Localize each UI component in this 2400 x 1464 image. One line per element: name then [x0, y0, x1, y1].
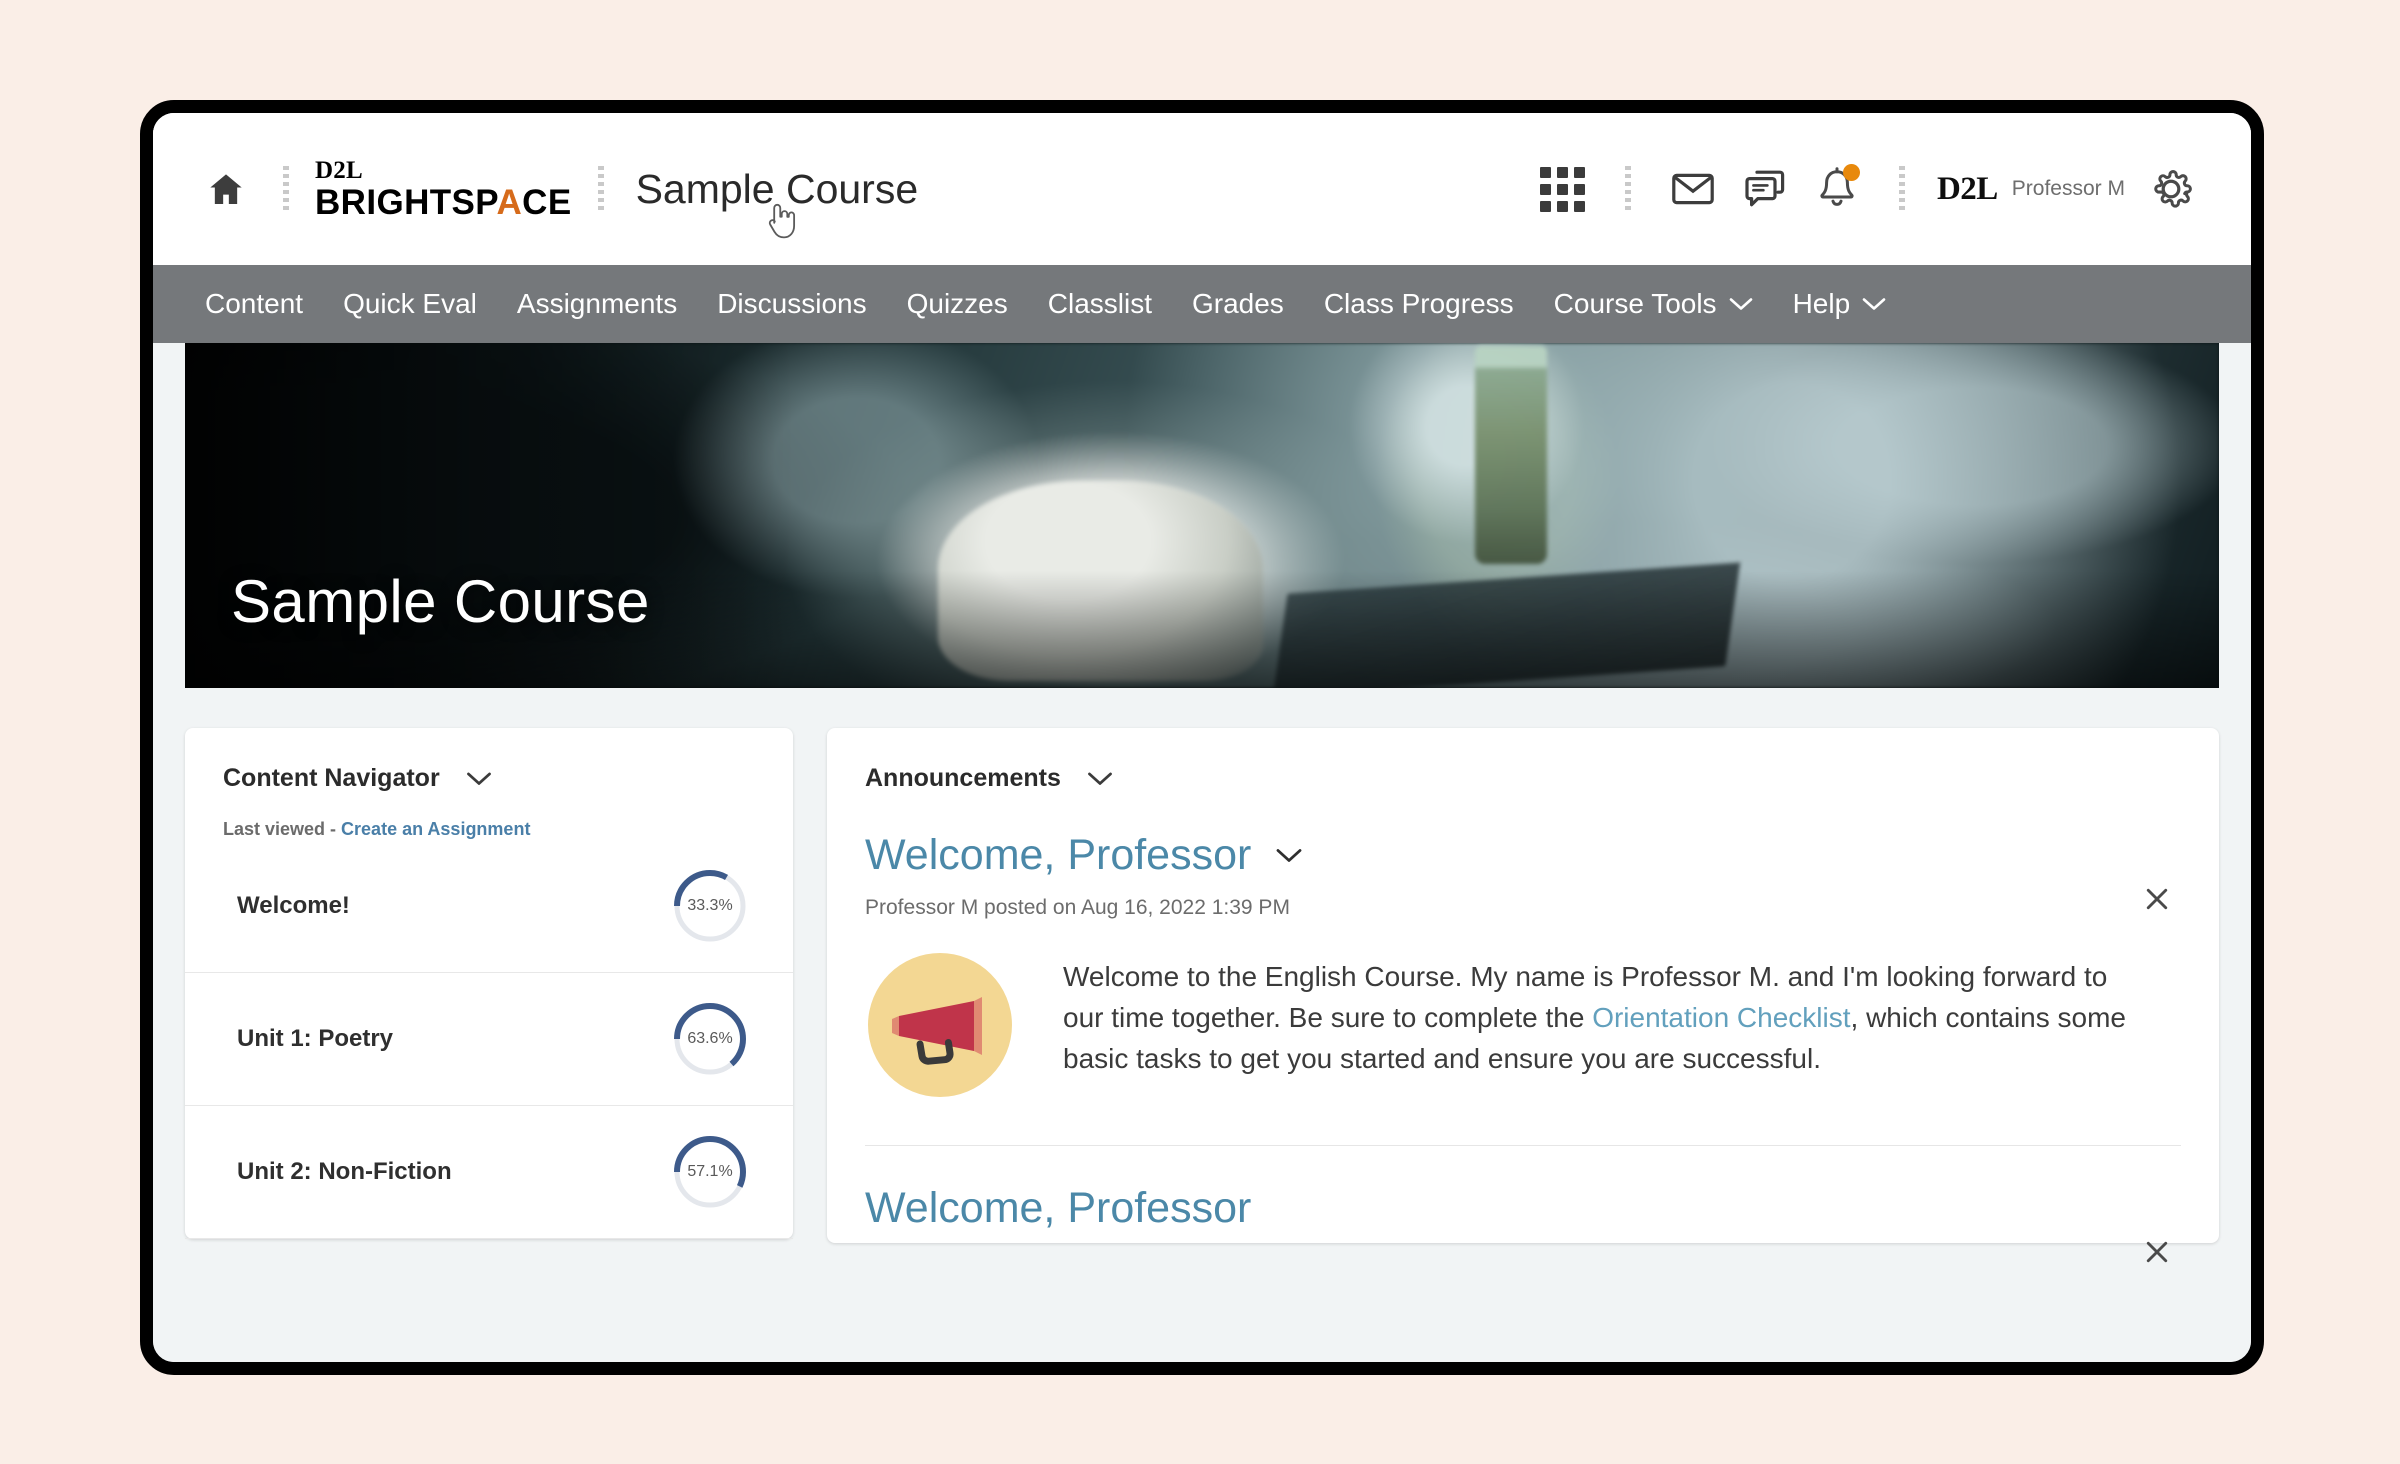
content-navigator-widget: Content Navigator Last viewed - Create a… — [185, 728, 793, 1239]
header-divider-4 — [1898, 166, 1905, 212]
announcements-title: Announcements — [865, 764, 1061, 792]
header-right-group: D2L Professor M — [1527, 153, 2207, 225]
right-column: Announcements Welcome, Professor Profess… — [827, 728, 2219, 1263]
home-icon[interactable] — [195, 158, 257, 220]
header-left-group: D2L BRIGHTSPACE Sample Course — [187, 158, 1527, 238]
last-viewed-row: Last viewed - Create an Assignment — [185, 793, 793, 840]
progress-percent: 57.1% — [687, 1163, 733, 1180]
last-viewed-link[interactable]: Create an Assignment — [341, 819, 530, 839]
content-nav-item-label: Unit 1: Poetry — [237, 1025, 394, 1052]
nav-label: Help — [1792, 288, 1851, 319]
hero-vignette — [185, 343, 2219, 688]
nav-label: Quizzes — [906, 288, 1008, 319]
chevron-down-icon[interactable] — [466, 771, 492, 787]
content-nav-item-unit-1[interactable]: Unit 1: Poetry 63.6% — [185, 973, 793, 1106]
announcement-title[interactable]: Welcome, Professor — [865, 831, 1251, 880]
nav-label: Content — [205, 288, 304, 319]
nav-label: Assignments — [516, 288, 678, 319]
course-navbar: Content Quick Eval Assignments Discussio… — [153, 265, 2251, 343]
megaphone-icon — [865, 944, 1025, 1105]
close-icon[interactable] — [2135, 1230, 2179, 1274]
orientation-checklist-link[interactable]: Orientation Checklist — [1592, 1002, 1850, 1033]
nav-item-assignments[interactable]: Assignments — [497, 265, 697, 343]
nav-item-content[interactable]: Content — [185, 265, 323, 343]
nav-item-class-progress[interactable]: Class Progress — [1304, 265, 1534, 343]
chat-bubble-icon[interactable] — [1729, 153, 1801, 225]
user-name-label: Professor M — [2011, 177, 2125, 200]
nav-item-grades[interactable]: Grades — [1172, 265, 1304, 343]
announcement-text: Welcome to the English Course. My name i… — [1063, 944, 2155, 1105]
nav-item-help[interactable]: Help — [1773, 265, 1907, 343]
page-viewport: D2L BRIGHTSPACE Sample Course D2L Profes… — [153, 113, 2251, 1362]
last-viewed-label: Last viewed - — [223, 819, 342, 839]
progress-ring: 33.3% — [671, 867, 749, 945]
progress-ring: 63.6% — [671, 1000, 749, 1078]
announcements-widget: Announcements Welcome, Professor Profess… — [827, 728, 2219, 1263]
close-icon[interactable] — [2135, 877, 2179, 921]
hero-course-title: Sample Course — [231, 568, 650, 635]
content-nav-item-welcome[interactable]: Welcome! 33.3% — [185, 840, 793, 973]
nav-item-classlist[interactable]: Classlist — [1028, 265, 1172, 343]
nav-item-quick-eval[interactable]: Quick Eval — [323, 265, 497, 343]
announcement-title-row: Welcome, Professor — [865, 1184, 2175, 1233]
progress-percent: 63.6% — [687, 1030, 733, 1047]
content-nav-item-unit-2[interactable]: Unit 2: Non-Fiction 57.1% — [185, 1106, 793, 1239]
announcement-title[interactable]: Welcome, Professor — [865, 1184, 1251, 1233]
brightspace-logo: D2L BRIGHTSPACE — [315, 158, 572, 220]
course-title-text: Sample Course — [635, 165, 919, 212]
announcement-title-row: Welcome, Professor — [865, 831, 2175, 880]
announcement-divider — [865, 1145, 2181, 1146]
nav-item-quizzes[interactable]: Quizzes — [887, 265, 1028, 343]
left-column: Content Navigator Last viewed - Create a… — [185, 728, 793, 1239]
nav-item-course-tools[interactable]: Course Tools — [1534, 265, 1773, 343]
chevron-down-icon — [1729, 297, 1753, 312]
main-content: Content Navigator Last viewed - Create a… — [153, 688, 2251, 1263]
content-navigator-title: Content Navigator — [223, 764, 440, 792]
nav-label: Classlist — [1047, 288, 1152, 319]
notification-badge — [1842, 164, 1860, 181]
envelope-icon[interactable] — [1657, 153, 1729, 225]
nav-item-discussions[interactable]: Discussions — [697, 265, 886, 343]
progress-percent: 33.3% — [687, 897, 733, 914]
chevron-down-icon[interactable] — [1087, 771, 1113, 787]
announcement-meta: Professor M posted on Aug 16, 2022 1:39 … — [865, 896, 1290, 919]
course-hero-banner: Sample Course — [185, 343, 2219, 688]
content-navigator-header: Content Navigator — [185, 728, 793, 793]
announcement-item: Welcome, Professor Professor M posted on… — [827, 831, 2219, 1105]
content-nav-item-label: Unit 2: Non-Fiction — [237, 1158, 452, 1185]
nav-label: Quick Eval — [343, 288, 477, 319]
header-divider-1 — [283, 166, 289, 212]
brand-line-2: BRIGHTSPACE — [315, 183, 572, 222]
chevron-down-icon — [1862, 297, 1886, 312]
waffle-menu-icon[interactable] — [1527, 153, 1599, 225]
nav-label: Grades — [1191, 288, 1284, 319]
bell-icon[interactable] — [1801, 153, 1873, 225]
course-title-link[interactable]: Sample Course — [635, 165, 919, 238]
nav-label: Class Progress — [1323, 288, 1514, 319]
browser-device-frame: D2L BRIGHTSPACE Sample Course D2L Profes… — [140, 100, 2264, 1375]
brand-accent-letter: A — [496, 183, 523, 222]
brand-line-1: D2L — [315, 157, 363, 184]
top-header: D2L BRIGHTSPACE Sample Course D2L Profes… — [153, 113, 2251, 265]
nav-label: Discussions — [717, 288, 867, 319]
content-nav-item-label: Welcome! — [237, 892, 350, 919]
user-menu[interactable]: D2L Professor M — [1937, 171, 2125, 208]
announcement-item: Welcome, Professor — [827, 1184, 2219, 1263]
gear-icon[interactable] — [2135, 153, 2207, 225]
announcements-header: Announcements — [827, 728, 2219, 793]
announcement-body: Welcome to the English Course. My name i… — [865, 944, 2175, 1105]
d2l-avatar: D2L — [1936, 170, 1998, 207]
chevron-down-icon[interactable] — [1275, 847, 1303, 864]
progress-ring: 57.1% — [671, 1133, 749, 1211]
nav-label: Course Tools — [1553, 288, 1717, 319]
header-divider-2 — [597, 166, 604, 212]
header-divider-3 — [1624, 166, 1631, 212]
